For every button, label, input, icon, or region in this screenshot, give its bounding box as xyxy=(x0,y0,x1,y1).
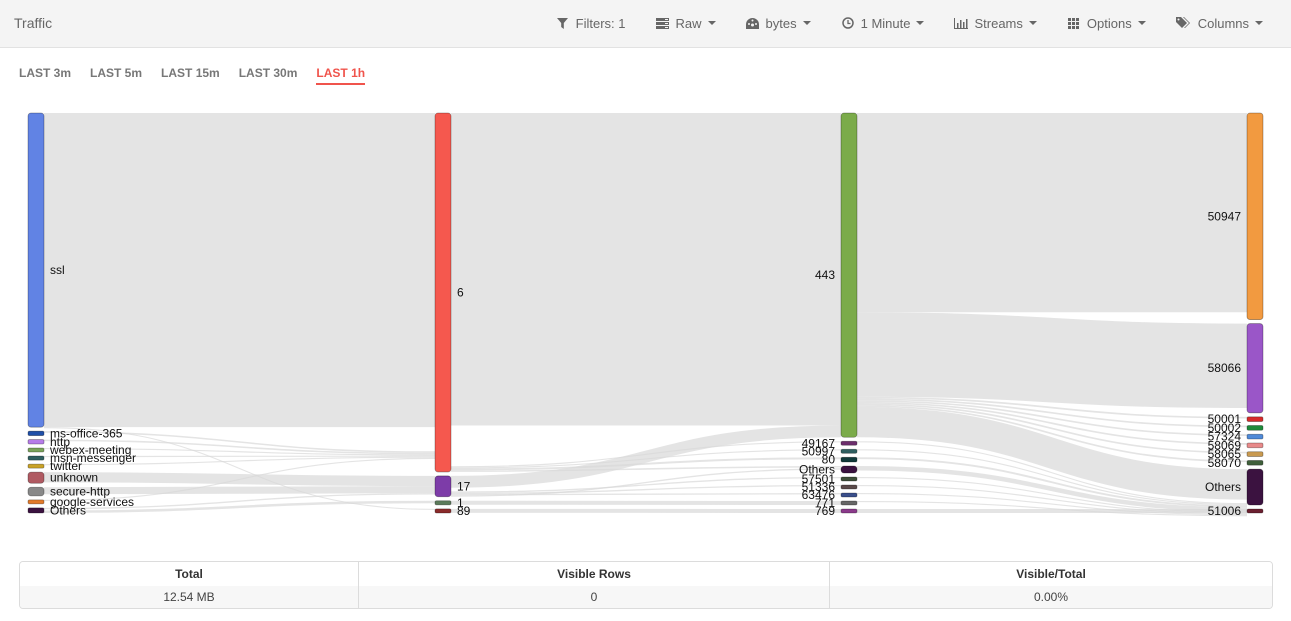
sankey-node-src_port-others[interactable] xyxy=(1246,468,1264,506)
sankey-label: unknown xyxy=(50,471,98,485)
grid-icon xyxy=(1067,16,1081,30)
filter-icon xyxy=(556,16,570,30)
sankey-label: ssl xyxy=(50,263,65,277)
sankey-node-protocol-6[interactable] xyxy=(434,112,452,473)
stat-header: Visible Rows xyxy=(359,562,829,586)
tags-icon xyxy=(1176,16,1192,30)
raw-label: Raw xyxy=(675,15,702,31)
tab-last-5m[interactable]: LAST 5m xyxy=(90,66,142,85)
sankey-node-dst_port-51336[interactable] xyxy=(840,484,858,490)
stat-value: 0 xyxy=(359,586,829,608)
chevron-down-icon xyxy=(802,21,811,25)
sankey-node-src_port-50002[interactable] xyxy=(1246,425,1264,431)
streams-dropdown[interactable]: Streams xyxy=(954,15,1037,31)
interval-label: 1 Minute xyxy=(860,15,911,31)
sankey-node-dst_port-769[interactable] xyxy=(840,508,858,514)
sankey-node-protocol-17[interactable] xyxy=(434,475,452,498)
sankey-label: 443 xyxy=(815,268,835,282)
tab-last-3m[interactable]: LAST 3m xyxy=(19,66,71,85)
stat-visible-rows: Visible Rows 0 xyxy=(359,562,830,608)
sankey-node-application-http[interactable] xyxy=(27,439,45,445)
top-bar: Traffic Filters: 1 Raw bytes 1 Minute St… xyxy=(0,0,1291,48)
list-icon xyxy=(656,16,670,30)
sankey-node-dst_port-49167[interactable] xyxy=(840,440,858,446)
sankey-label: 17 xyxy=(457,479,471,493)
sankey-node-protocol-89[interactable] xyxy=(434,508,452,514)
sankey-node-application-twitter[interactable] xyxy=(27,463,45,469)
sankey-node-dst_port-63476[interactable] xyxy=(840,492,858,498)
chevron-down-icon xyxy=(1028,21,1037,25)
sankey-node-dst_port-others[interactable] xyxy=(840,465,858,474)
sankey-node-dst_port-57501[interactable] xyxy=(840,476,858,482)
sankey-node-src_port-58066[interactable] xyxy=(1246,323,1264,414)
tab-last-15m[interactable]: LAST 15m xyxy=(161,66,220,85)
sankey-link[interactable] xyxy=(856,406,1248,500)
options-dropdown[interactable]: Options xyxy=(1067,16,1146,31)
chevron-down-icon xyxy=(707,21,716,25)
sankey-node-dst_port-50997[interactable] xyxy=(840,448,858,454)
clock-icon xyxy=(841,16,855,30)
sankey-label: 6 xyxy=(457,285,464,299)
sankey-label: 51006 xyxy=(1208,504,1242,518)
stats-table: Total 12.54 MB Visible Rows 0 Visible/To… xyxy=(19,561,1273,609)
toolbar: Filters: 1 Raw bytes 1 Minute Streams Op… xyxy=(556,0,1291,46)
sankey-node-application-ms-office-365[interactable] xyxy=(27,430,45,436)
sankey-link[interactable] xyxy=(450,425,842,488)
stat-header: Visible/Total xyxy=(830,562,1272,586)
tab-last-30m[interactable]: LAST 30m xyxy=(239,66,298,85)
page-title: Traffic xyxy=(14,15,53,31)
sankey-link[interactable] xyxy=(450,484,842,495)
sankey-node-dst_port-443[interactable] xyxy=(840,112,858,438)
raw-dropdown[interactable]: Raw xyxy=(656,16,716,31)
sankey-node-src_port-50947[interactable] xyxy=(1246,112,1264,320)
sankey-node-application-others[interactable] xyxy=(27,507,45,514)
sankey-label: 58066 xyxy=(1208,361,1242,375)
sankey-label: Others xyxy=(50,503,86,517)
stat-visible-total: Visible/Total 0.00% xyxy=(830,562,1272,608)
sankey-node-dst_port-80[interactable] xyxy=(840,456,858,463)
sankey-node-src_port-51006[interactable] xyxy=(1246,508,1264,514)
sankey-diagram: sslms-office-365httpwebex-meetingmsn-mes… xyxy=(27,112,1264,518)
sankey-label: 89 xyxy=(457,504,471,518)
sankey-node-protocol-1[interactable] xyxy=(434,500,452,506)
streams-label: Streams xyxy=(974,15,1023,31)
columns-label: Columns xyxy=(1197,15,1249,31)
sankey-node-application-secure-http[interactable] xyxy=(27,486,45,497)
columns-dropdown[interactable]: Columns xyxy=(1176,16,1263,31)
sankey-node-application-google-services[interactable] xyxy=(27,499,45,505)
chevron-down-icon xyxy=(1137,21,1146,25)
dashboard-icon xyxy=(746,16,760,30)
options-label: Options xyxy=(1086,15,1132,31)
sankey-node-src_port-57324[interactable] xyxy=(1246,433,1264,440)
chevron-down-icon xyxy=(1255,21,1263,25)
sankey-node-src_port-58070[interactable] xyxy=(1246,460,1264,466)
bytes-label: bytes xyxy=(765,15,797,31)
stat-header: Total xyxy=(20,562,358,586)
sankey-node-application-webex-meeting[interactable] xyxy=(27,447,45,453)
sankey-node-src_port-58069[interactable] xyxy=(1246,442,1264,449)
sankey-label: 58070 xyxy=(1208,456,1242,470)
stat-value: 0.00% xyxy=(830,586,1272,608)
time-range-tabs: LAST 3m LAST 5m LAST 15m LAST 30m LAST 1… xyxy=(19,66,384,85)
chevron-down-icon xyxy=(916,21,925,25)
filters-label: Filters: 1 xyxy=(575,15,626,31)
sankey-label: 769 xyxy=(815,504,835,518)
bytes-dropdown[interactable]: bytes xyxy=(746,16,811,31)
sankey-node-src_port-50001[interactable] xyxy=(1246,416,1264,422)
sankey-node-application-ssl[interactable] xyxy=(27,112,45,428)
filters-button[interactable]: Filters: 1 xyxy=(556,16,626,31)
sankey-link[interactable] xyxy=(856,312,1248,409)
bar-chart-icon xyxy=(954,16,969,30)
sankey-label: Others xyxy=(1205,480,1241,494)
sankey-node-src_port-58065[interactable] xyxy=(1246,451,1264,457)
tab-last-1h[interactable]: LAST 1h xyxy=(316,66,366,85)
sankey-label: 50947 xyxy=(1208,209,1242,223)
sankey-node-application-msn-messenger[interactable] xyxy=(27,455,45,461)
stat-value: 12.54 MB xyxy=(20,586,358,608)
interval-dropdown[interactable]: 1 Minute xyxy=(841,16,925,31)
sankey-node-dst_port-771[interactable] xyxy=(840,500,858,506)
sankey-node-application-unknown[interactable] xyxy=(27,471,45,484)
sankey-links xyxy=(43,112,1248,517)
stat-total: Total 12.54 MB xyxy=(20,562,359,608)
